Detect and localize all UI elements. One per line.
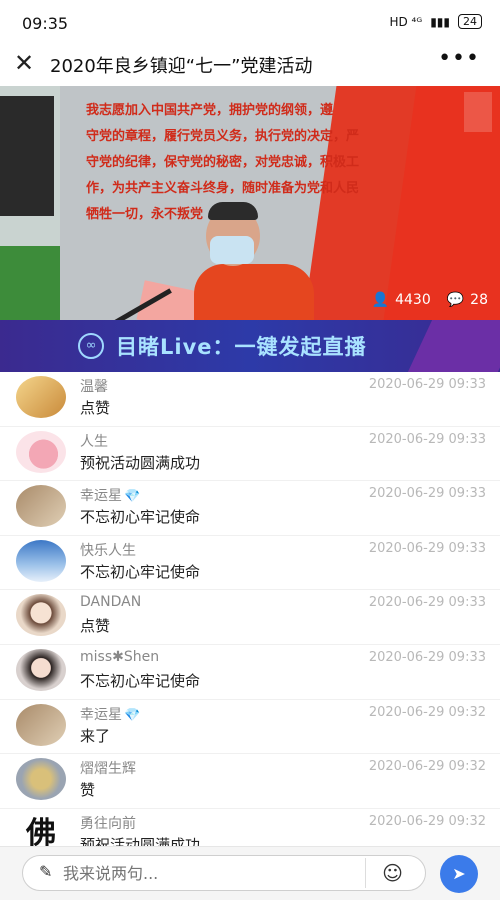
comment-author: 温馨 bbox=[80, 379, 108, 395]
comment-text: 来了 bbox=[80, 726, 111, 745]
comment-author: miss✱Shen bbox=[80, 648, 160, 665]
status-bar: 09:35 HD ⁴ᴳ ▮▮▮ 24 bbox=[0, 0, 500, 46]
comment-text: 预祝活动圆满成功 bbox=[80, 835, 201, 846]
video-stats: 👤 4430 💬 28 bbox=[372, 292, 488, 308]
avatar[interactable] bbox=[16, 430, 66, 473]
avatar[interactable]: 佛 bbox=[16, 812, 66, 846]
live-banner[interactable]: ∞ 目睹Live：一键发起直播 bbox=[0, 320, 500, 372]
comment-time: 2020-06-29 09:33 bbox=[368, 540, 486, 556]
comment-text: 点赞 bbox=[80, 617, 111, 636]
diamond-icon: 💎 bbox=[124, 707, 141, 723]
comment-item: 快乐人生 2020-06-29 09:33 不忘初心牢记使命 bbox=[0, 536, 500, 591]
pencil-icon: ✎ bbox=[39, 862, 53, 881]
comment-time: 2020-06-29 09:32 bbox=[368, 813, 486, 829]
comment-item: miss✱Shen 2020-06-29 09:33 不忘初心牢记使命 bbox=[0, 645, 500, 700]
comment-author: DANDAN bbox=[80, 594, 142, 611]
comment-author: 幸运星 💎 bbox=[80, 488, 141, 505]
comment-input-box[interactable]: ✎ ☺ bbox=[22, 855, 426, 891]
avatar[interactable] bbox=[16, 539, 66, 582]
comment-author: 快乐人生 bbox=[80, 542, 136, 559]
comment-input-bar: ✎ ☺ ➤ bbox=[0, 846, 500, 900]
speaker-person bbox=[194, 264, 314, 320]
diamond-icon: 💎 bbox=[124, 489, 141, 505]
viewers-icon: 👤 bbox=[371, 292, 390, 308]
comment-item: 人生 2020-06-29 09:33 预祝活动圆满成功 bbox=[0, 427, 500, 482]
battery-icon: 24 bbox=[458, 14, 482, 29]
banner-text: 目睹Live：一键发起直播 bbox=[116, 335, 367, 359]
comment-text: 点赞 bbox=[80, 399, 111, 417]
comment-item: 温馨 2020-06-29 09:33 点赞 bbox=[0, 372, 500, 427]
comments-count: 28 bbox=[470, 292, 488, 308]
avatar[interactable] bbox=[16, 594, 66, 637]
send-icon: ➤ bbox=[452, 864, 466, 883]
viewers-count: 4430 bbox=[395, 292, 431, 308]
comment-time: 2020-06-29 09:33 bbox=[368, 486, 486, 502]
status-icons: HD ⁴ᴳ ▮▮▮ 24 bbox=[389, 14, 482, 29]
network-indicator: HD ⁴ᴳ bbox=[389, 14, 423, 29]
link-icon: ∞ bbox=[78, 333, 104, 359]
close-icon[interactable]: ✕ bbox=[14, 48, 38, 78]
comment-author: 幸运星 💎 bbox=[80, 706, 141, 723]
comment-text: 不忘初心牢记使命 bbox=[80, 671, 201, 690]
comment-author: 人生 bbox=[80, 433, 108, 450]
comment-time: 2020-06-29 09:32 bbox=[368, 759, 486, 775]
comment-time: 2020-06-29 09:33 bbox=[368, 649, 486, 665]
more-options-icon[interactable]: ••• bbox=[438, 46, 480, 71]
comment-time: 2020-06-29 09:33 bbox=[368, 431, 486, 447]
comment-time: 2020-06-29 09:33 bbox=[368, 377, 486, 392]
comment-item: 幸运星 💎 2020-06-29 09:33 不忘初心牢记使命 bbox=[0, 481, 500, 536]
send-button[interactable]: ➤ bbox=[440, 855, 478, 893]
avatar[interactable] bbox=[16, 376, 66, 418]
comment-list[interactable]: 温馨 2020-06-29 09:33 点赞 人生 2020-06-29 09:… bbox=[0, 372, 500, 846]
emoji-icon[interactable]: ☺ bbox=[365, 858, 419, 888]
comment-text: 赞 bbox=[80, 781, 96, 800]
live-video[interactable]: 我志愿加入中国共产党，拥护党的纲领，遵 守党的章程，履行党员义务，执行党的决定，… bbox=[0, 86, 500, 320]
speaker-image bbox=[0, 96, 54, 216]
signal-icon: ▮▮▮ bbox=[430, 14, 450, 29]
comment-item: 幸运星 💎 2020-06-29 09:32 来了 bbox=[0, 700, 500, 755]
comment-item: 佛 勇往向前 2020-06-29 09:32 预祝活动圆满成功 bbox=[0, 809, 500, 846]
comment-text: 不忘初心牢记使命 bbox=[80, 508, 201, 527]
title-bar: ✕ 2020年良乡镇迎“七一”党建活动 ••• bbox=[0, 46, 500, 84]
comment-author: 熠熠生辉 bbox=[80, 761, 136, 778]
comment-input[interactable] bbox=[63, 859, 363, 887]
comment-item: DANDAN 2020-06-29 09:33 点赞 bbox=[0, 590, 500, 645]
comment-time: 2020-06-29 09:33 bbox=[368, 595, 486, 611]
avatar[interactable] bbox=[16, 758, 66, 801]
avatar[interactable] bbox=[16, 485, 66, 528]
avatar[interactable] bbox=[16, 703, 66, 746]
comment-text: 预祝活动圆满成功 bbox=[80, 453, 201, 472]
comment-count-icon: 💬 bbox=[446, 292, 465, 308]
comment-time: 2020-06-29 09:32 bbox=[368, 704, 486, 720]
comment-item: 熠熠生辉 2020-06-29 09:32 赞 bbox=[0, 754, 500, 809]
page-title: 2020年良乡镇迎“七一”党建活动 bbox=[50, 56, 313, 77]
avatar[interactable] bbox=[16, 648, 66, 691]
comment-text: 不忘初心牢记使命 bbox=[80, 562, 201, 581]
comment-author: 勇往向前 bbox=[80, 815, 136, 832]
fullscreen-icon[interactable] bbox=[464, 92, 492, 132]
